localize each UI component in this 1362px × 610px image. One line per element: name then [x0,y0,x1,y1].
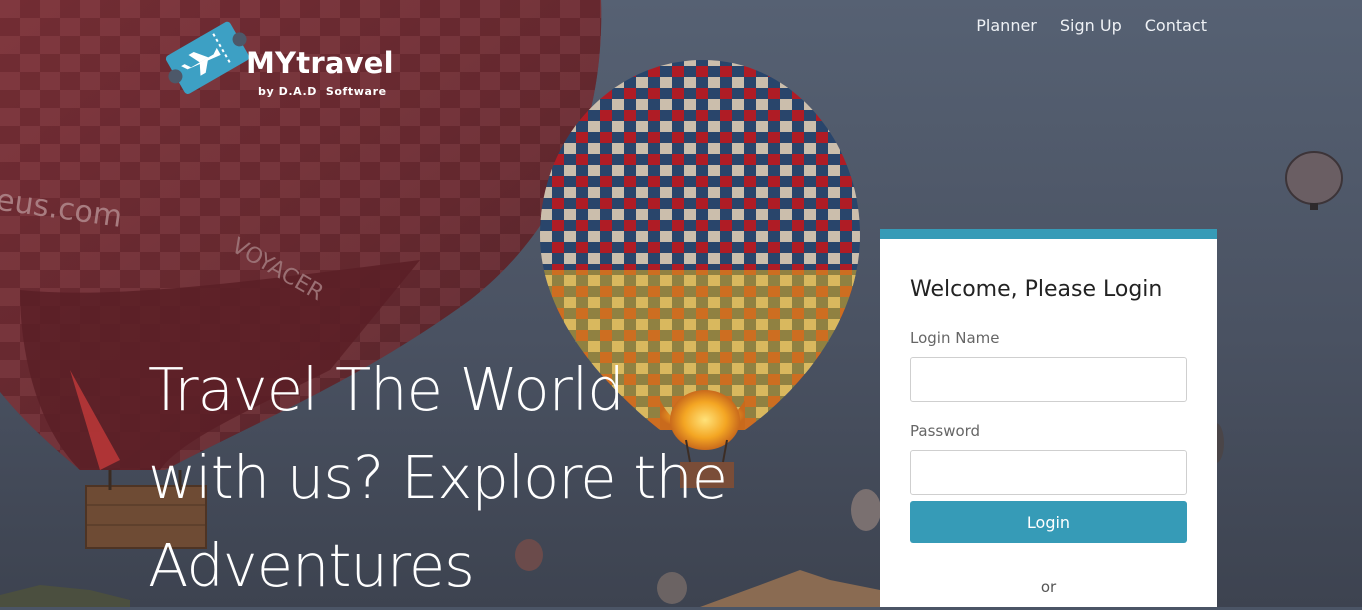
login-title: Welcome, Please Login [910,277,1163,302]
login-card: Welcome, Please Login Login Name Passwor… [880,229,1217,607]
password-input[interactable] [910,450,1187,495]
brand-name: MYtravel [246,46,394,80]
or-separator: or [1040,578,1057,596]
brand-tagline: by D.A.D Software [258,85,387,98]
login-name-label: Login Name [910,329,1000,347]
brand-logo[interactable]: MYtravel by D.A.D Software [162,12,402,102]
plane-ticket-icon [165,21,250,94]
login-button[interactable]: Login [910,501,1187,543]
top-navigation: Planner Sign Up Contact [976,16,1207,35]
login-name-input[interactable] [910,357,1187,402]
password-label: Password [910,422,981,440]
nav-link-sign-up[interactable]: Sign Up [1060,16,1122,35]
hero-headline: Travel The World with us? Explore the Ad… [148,355,728,600]
nav-link-contact[interactable]: Contact [1145,16,1207,35]
nav-link-planner[interactable]: Planner [976,16,1037,35]
